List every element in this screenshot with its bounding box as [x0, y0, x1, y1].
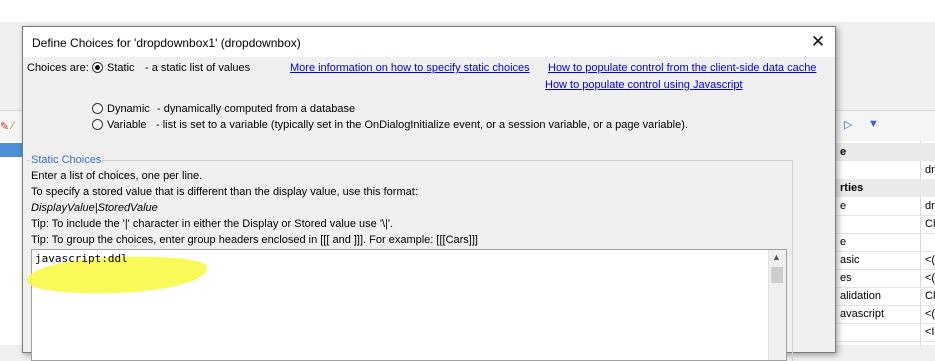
property-row[interactable]: e dr	[836, 197, 935, 216]
property-category: rties	[836, 179, 935, 197]
property-row[interactable]: e	[836, 233, 935, 252]
variable-option-label[interactable]: Variable	[107, 119, 147, 131]
static-option-label[interactable]: Static	[107, 62, 135, 74]
choices-are-label: Choices are:	[27, 62, 89, 74]
dynamic-option-desc: - dynamically computed from a database	[157, 103, 356, 115]
close-icon[interactable]: ✕	[807, 31, 829, 53]
background-selected-item[interactable]	[0, 143, 22, 157]
property-row[interactable]: dr	[836, 161, 935, 180]
more-info-link[interactable]: More information on how to specify stati…	[290, 62, 530, 74]
static-option-desc: - a static list of values	[145, 62, 251, 74]
edit-icon[interactable]: ✎	[0, 120, 9, 133]
dialog-titlebar: Define Choices for 'dropdownbox1' (dropd…	[23, 27, 835, 57]
dropdown-arrow-icon[interactable]: ▼	[868, 118, 879, 130]
dynamic-radio[interactable]	[92, 103, 103, 114]
static-radio[interactable]	[92, 62, 103, 73]
instruction-line-2: To specify a stored value that is differ…	[31, 186, 418, 198]
property-row[interactable]: <I	[836, 323, 935, 342]
variable-radio[interactable]	[92, 119, 103, 130]
property-row[interactable]: Ch	[836, 215, 935, 234]
background-header	[0, 0, 935, 22]
choices-textarea-value[interactable]: javascript:ddl	[35, 252, 128, 265]
tool-icon[interactable]: ⁄	[12, 120, 20, 132]
variable-option-desc: - list is set to a variable (typically s…	[156, 119, 688, 131]
client-cache-link[interactable]: How to populate control from the client-…	[548, 62, 816, 74]
define-choices-dialog: Define Choices for 'dropdownbox1' (dropd…	[22, 26, 836, 361]
property-row[interactable]: avascript <(	[836, 305, 935, 324]
background-left-panel	[0, 141, 22, 345]
textarea-scrollbar[interactable]: ▲	[768, 250, 786, 360]
property-row[interactable]: es <(	[836, 269, 935, 288]
format-example: DisplayValue|StoredValue	[31, 202, 158, 214]
tip-group: Tip: To group the choices, enter group h…	[31, 234, 478, 246]
property-row[interactable]: alidationCli	[836, 287, 935, 306]
dynamic-option-label[interactable]: Dynamic	[107, 103, 150, 115]
next-arrow-icon[interactable]: ▷	[844, 118, 852, 131]
scroll-up-icon[interactable]: ▲	[772, 252, 781, 262]
property-row[interactable]: asic <(	[836, 251, 935, 270]
scroll-thumb[interactable]	[771, 267, 783, 283]
instruction-line-1: Enter a list of choices, one per line.	[31, 170, 203, 182]
tip-pipe: Tip: To include the '|' character in eit…	[31, 218, 394, 230]
javascript-link[interactable]: How to populate control using Javascript	[545, 79, 743, 91]
property-category: e	[836, 143, 935, 161]
static-choices-title: Static Choices	[30, 154, 103, 166]
dialog-title: Define Choices for 'dropdownbox1' (dropd…	[32, 36, 301, 50]
